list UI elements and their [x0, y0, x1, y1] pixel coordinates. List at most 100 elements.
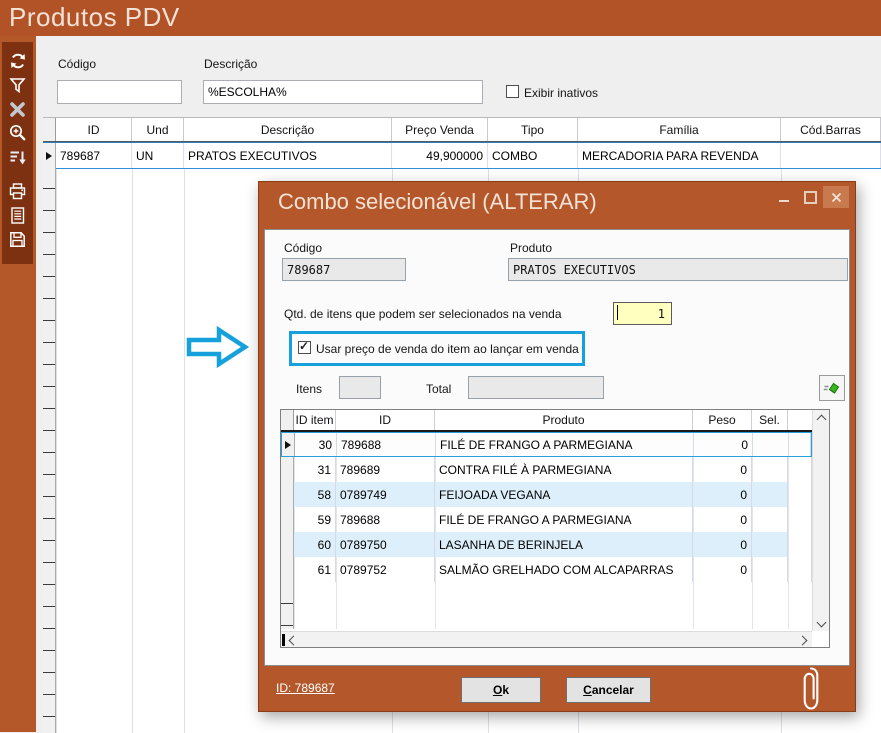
row-tick: [43, 387, 55, 409]
green-eraser-icon: [823, 379, 841, 397]
list-item[interactable]: 31789689CONTRA FILÉ À PARMEGIANA0: [281, 457, 812, 482]
row-tick: [43, 585, 55, 607]
cell-id: 0789750: [336, 532, 435, 557]
column-header-descri-o[interactable]: Descrição: [184, 118, 392, 141]
cell-produto: FILÉ DE FRANGO A PARMEGIANA: [435, 507, 693, 532]
save-button[interactable]: [6, 227, 30, 251]
grid-column-line: [132, 142, 133, 733]
qtd-itens-input[interactable]: [613, 302, 672, 325]
row-tick: [43, 519, 55, 541]
list-item[interactable]: 30789688FILÉ DE FRANGO A PARMEGIANA0: [281, 432, 812, 457]
annotation-arrow-icon: [186, 326, 250, 368]
codigo-filter-input[interactable]: [57, 80, 182, 104]
selector-column-header: [281, 410, 294, 430]
sort-descending-icon: [8, 148, 27, 167]
row-tick: [43, 365, 55, 387]
column-header-peso[interactable]: Peso: [693, 410, 752, 430]
print-button[interactable]: [6, 179, 30, 203]
quick-action-button[interactable]: [819, 375, 845, 401]
current-row-marker-icon: [46, 152, 52, 160]
cell-filler: [789, 433, 811, 456]
items-grid-body: 30789688FILÉ DE FRANGO A PARMEGIANA03178…: [281, 432, 812, 629]
grid-caret: [282, 634, 285, 646]
scroll-right-button[interactable]: [795, 632, 809, 648]
column-header-sel-[interactable]: Sel.: [752, 410, 788, 430]
cell-filler: [788, 457, 812, 482]
column-header-id[interactable]: ID: [56, 118, 132, 141]
list-item[interactable]: 580789749FEIJOADA VEGANA0: [281, 482, 812, 507]
cancel-button[interactable]: Cancelar: [566, 677, 651, 703]
total-label: Total: [426, 382, 451, 396]
cell-sel: [752, 507, 788, 532]
column-header-fam-lia[interactable]: Família: [578, 118, 781, 141]
column-header-und[interactable]: Und: [132, 118, 184, 141]
row-selector-cell[interactable]: [43, 143, 56, 168]
column-header-tipo[interactable]: Tipo: [488, 118, 578, 141]
row-selector-cell[interactable]: [281, 457, 294, 482]
scroll-down-button[interactable]: [813, 615, 830, 629]
close-button[interactable]: [823, 186, 849, 208]
clear-filter-button[interactable]: [6, 97, 30, 121]
column-header-id-item[interactable]: ID item: [294, 410, 336, 430]
cell-filler: [788, 482, 812, 507]
list-item[interactable]: 610789752SALMÃO GRELHADO COM ALCAPARRAS0: [281, 557, 812, 582]
report-button[interactable]: [6, 203, 30, 227]
row-tick: [43, 717, 55, 733]
usar-preco-label: Usar preço de venda do item ao lançar em…: [316, 342, 579, 356]
cell-sel: [752, 457, 788, 482]
list-item[interactable]: 59789688FILÉ DE FRANGO A PARMEGIANA0: [281, 507, 812, 532]
cell-peso: 0: [693, 507, 752, 532]
total-input[interactable]: [468, 376, 604, 399]
cell-id_item: 31: [294, 457, 336, 482]
maximize-button[interactable]: [797, 186, 823, 208]
chevron-left-icon: [288, 635, 298, 645]
cell-und: UN: [132, 143, 184, 168]
items-row-selector-column[interactable]: [281, 582, 294, 629]
dialog-codigo-input[interactable]: [282, 258, 406, 281]
cell-id: 789687: [56, 143, 132, 168]
row-selector-cell[interactable]: [281, 557, 294, 582]
table-row[interactable]: 789687UNPRATOS EXECUTIVOS49,900000COMBOM…: [43, 142, 881, 169]
cell-filler: [788, 532, 812, 557]
items-grid-vertical-scrollbar[interactable]: [812, 410, 829, 631]
chevron-right-icon: [797, 635, 807, 645]
items-grid-horizontal-scrollbar[interactable]: [281, 631, 812, 647]
record-id-link[interactable]: ID: 789687: [276, 681, 335, 695]
scroll-left-button[interactable]: [286, 632, 300, 648]
exibir-inativos-checkbox[interactable]: [506, 85, 519, 98]
row-selector-cell[interactable]: [281, 482, 294, 507]
items-grid-header: ID itemIDProdutoPesoSel.: [281, 410, 812, 432]
list-item[interactable]: 600789750LASANHA DE BERINJELA0: [281, 532, 812, 557]
cell-produto: LASANHA DE BERINJELA: [435, 532, 693, 557]
ok-button[interactable]: Ok: [461, 677, 541, 703]
scroll-up-button[interactable]: [813, 412, 830, 426]
row-selector-column[interactable]: [43, 167, 56, 733]
column-header-pre-o-venda[interactable]: Preço Venda: [392, 118, 488, 141]
row-tick: [43, 167, 55, 189]
cell-id: 789689: [336, 457, 435, 482]
zoom-in-button[interactable]: [6, 121, 30, 145]
column-header-produto[interactable]: Produto: [435, 410, 693, 430]
refresh-button[interactable]: [6, 49, 30, 73]
minimize-button[interactable]: [771, 186, 797, 208]
usar-preco-checkbox[interactable]: ✓: [298, 341, 311, 354]
row-tick: [43, 233, 55, 255]
sort-descending-button[interactable]: [6, 145, 30, 169]
filter-button[interactable]: [6, 73, 30, 97]
cell-id_item: 30: [295, 433, 337, 456]
column-header-id[interactable]: ID: [336, 410, 435, 430]
text-caret: [617, 305, 618, 320]
row-tick: [43, 607, 55, 629]
row-selector-cell[interactable]: [281, 532, 294, 557]
descricao-filter-input[interactable]: [203, 80, 483, 104]
cell-produto: FEIJOADA VEGANA: [435, 482, 693, 507]
itens-input[interactable]: [339, 376, 381, 399]
dialog-produto-input[interactable]: [508, 258, 848, 281]
itens-label: Itens: [296, 382, 322, 396]
row-selector-cell[interactable]: [282, 433, 295, 456]
cell-sel: [752, 482, 788, 507]
cell-peso: 0: [693, 457, 752, 482]
column-header-c-d-barras[interactable]: Cód.Barras: [781, 118, 881, 141]
row-selector-cell[interactable]: [281, 507, 294, 532]
row-tick: [43, 673, 55, 695]
